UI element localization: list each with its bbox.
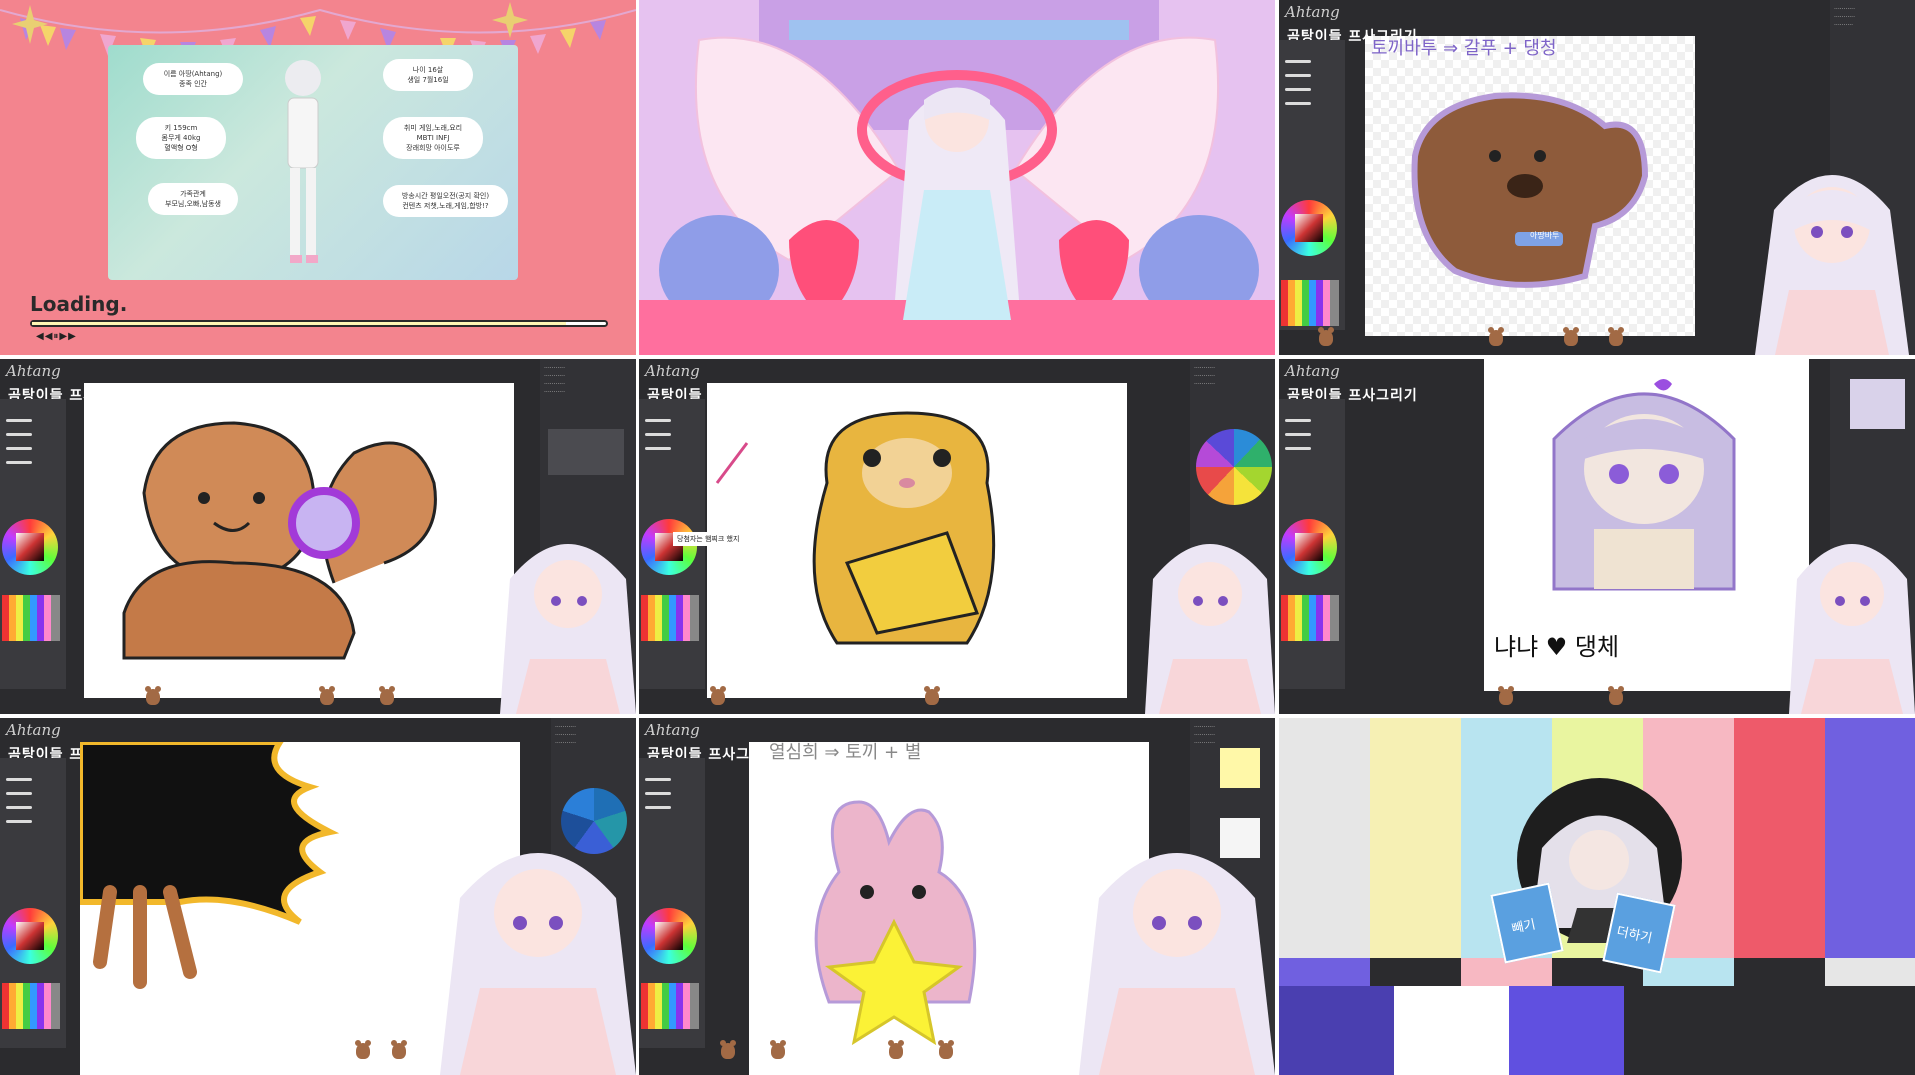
vtuber-avatar — [1755, 175, 1909, 355]
brush-panel[interactable] — [0, 399, 66, 689]
loading-text: Loading. — [30, 292, 128, 316]
drawing-canvas[interactable] — [84, 383, 514, 698]
color-wheel[interactable] — [1281, 519, 1337, 575]
color-wheel[interactable] — [641, 519, 697, 575]
reference-image — [1220, 748, 1260, 788]
chat-log: ................................. — [1194, 363, 1215, 386]
channel-logo: Ahtang — [1285, 362, 1340, 380]
brush-panel[interactable] — [0, 758, 66, 1048]
player-controls[interactable]: ◀◀⏸▶▶ — [36, 331, 77, 342]
color-palette[interactable] — [1281, 595, 1339, 641]
drawing-canvas[interactable]: 토끼바투 ⇒ 갈푸 + 댕청 아땅바투 — [1365, 36, 1695, 336]
hamster-drawing — [715, 411, 996, 645]
canvas-caption: 당첨자는 햄찌크 했지 — [673, 532, 744, 546]
color-wheel[interactable] — [641, 908, 697, 964]
chat-log: ................................ — [1834, 4, 1855, 27]
channel-logo: Ahtang — [645, 362, 700, 380]
loading-progress-fill — [32, 322, 566, 325]
canvas-heading: 열심희 ⇒ 토끼 + 별 — [769, 742, 922, 763]
loading-progress-bar — [30, 320, 608, 327]
color-palette[interactable] — [1281, 280, 1339, 326]
color-palette[interactable] — [2, 983, 60, 1029]
channel-logo: Ahtang — [1285, 3, 1340, 21]
dog-drawing — [1411, 92, 1649, 288]
drawing-stream-tile-chipmunk[interactable]: Ahtang 곰탕이들 프사그리기 ......................… — [0, 359, 636, 714]
star-icon — [12, 5, 48, 44]
drawing-stream-tile-crow[interactable]: Ahtang 곰탕이들 프사그리기 ......................… — [0, 718, 636, 1075]
profile-name: 이름 아땅(Ahtang) 종족 인간 — [143, 63, 243, 95]
chat-log: ........................................… — [544, 363, 565, 394]
drawing-canvas[interactable] — [707, 383, 1127, 698]
cup-left-label: 빼기 — [1510, 917, 1538, 938]
channel-logo: Ahtang — [645, 721, 700, 739]
vtuber-avatar — [500, 544, 636, 714]
drawing-stream-tile-bunny[interactable]: Ahtang 곰탕이들 프사그리기 열심희 ⇒ 토끼 + 별 .........… — [639, 718, 1275, 1075]
color-palette[interactable] — [641, 983, 699, 1029]
dog-tag: 아땅바투 — [1530, 231, 1560, 240]
profile-family: 가족관계 부모님,오빠,남동생 — [148, 183, 238, 215]
profile-height: 키 159cm 몸무게 40kg 혈액형 O형 — [136, 117, 226, 159]
vtuber-avatar — [1079, 853, 1275, 1075]
channel-logo: Ahtang — [6, 721, 61, 739]
brush-panel[interactable] — [1279, 399, 1345, 689]
chipmunk-drawing — [122, 421, 437, 660]
drawing-canvas[interactable]: 냐냐 ♥ 댕체 — [1484, 359, 1809, 691]
profile-age: 나이 16살 생일 7월16일 — [383, 59, 473, 91]
canvas-heading: 토끼바투 ⇒ 갈푸 + 댕청 — [1371, 38, 1557, 59]
spin-wheel[interactable] — [1196, 429, 1272, 505]
color-wheel[interactable] — [1281, 200, 1337, 256]
character-illustration — [285, 60, 321, 263]
color-palette[interactable] — [2, 595, 60, 641]
canvas-caption: 냐냐 ♥ 댕체 — [1494, 633, 1620, 661]
vtuber-avatar — [1145, 544, 1275, 714]
vtuber-stage-tile[interactable] — [639, 0, 1275, 355]
cup-right-label: 더하기 — [1615, 924, 1654, 947]
color-wheel[interactable] — [2, 519, 58, 575]
stage-scene — [639, 0, 1275, 355]
drawing-stream-tile-dog[interactable]: Ahtang 곰탕이들 프사그리기 토끼바투 ⇒ 갈푸 + 댕청 아땅바투 ..… — [1279, 0, 1915, 355]
chat-log: ................................. — [555, 722, 576, 745]
drawing-stream-tile-avatar[interactable]: Ahtang 곰탕이들 프사그리기 냐냐 ♥ 댕체 — [1279, 359, 1915, 714]
reference-image — [548, 429, 624, 475]
color-bars-tile[interactable]: 빼기 더하기 — [1279, 718, 1915, 1075]
brush-panel[interactable] — [639, 758, 705, 1048]
vtuber-avatar — [440, 853, 636, 1075]
profile-card: 이름 아땅(Ahtang) 종족 인간 키 159cm 몸무게 40kg 혈액형… — [108, 45, 518, 280]
profile-content: 방송시간 평일오전(공지 확인) 컨텐츠 저챗,노래,게임,합방!? — [383, 185, 508, 217]
vtuber-avatar — [1789, 544, 1915, 714]
channel-logo: Ahtang — [6, 362, 61, 380]
color-wheel[interactable] — [2, 908, 58, 964]
reference-image — [1850, 379, 1905, 429]
stream-thumbnail-grid: 이름 아땅(Ahtang) 종족 인간 키 159cm 몸무게 40kg 혈액형… — [0, 0, 1915, 1075]
profile-hobby: 취미 게임,노래,요리 MBTI INFJ 장래희망 아이도루 — [383, 117, 483, 159]
chat-log: ................................. — [1194, 722, 1215, 745]
color-palette[interactable] — [641, 595, 699, 641]
drawing-stream-tile-hamster[interactable]: Ahtang 곰탕이들 프사그리기 당첨자는 햄찌크 했지 ..........… — [639, 359, 1275, 714]
loading-screen-tile[interactable]: 이름 아땅(Ahtang) 종족 인간 키 159cm 몸무게 40kg 혈액형… — [0, 0, 636, 355]
brush-panel[interactable] — [1279, 40, 1345, 330]
vtuber-avatar — [895, 87, 1019, 320]
